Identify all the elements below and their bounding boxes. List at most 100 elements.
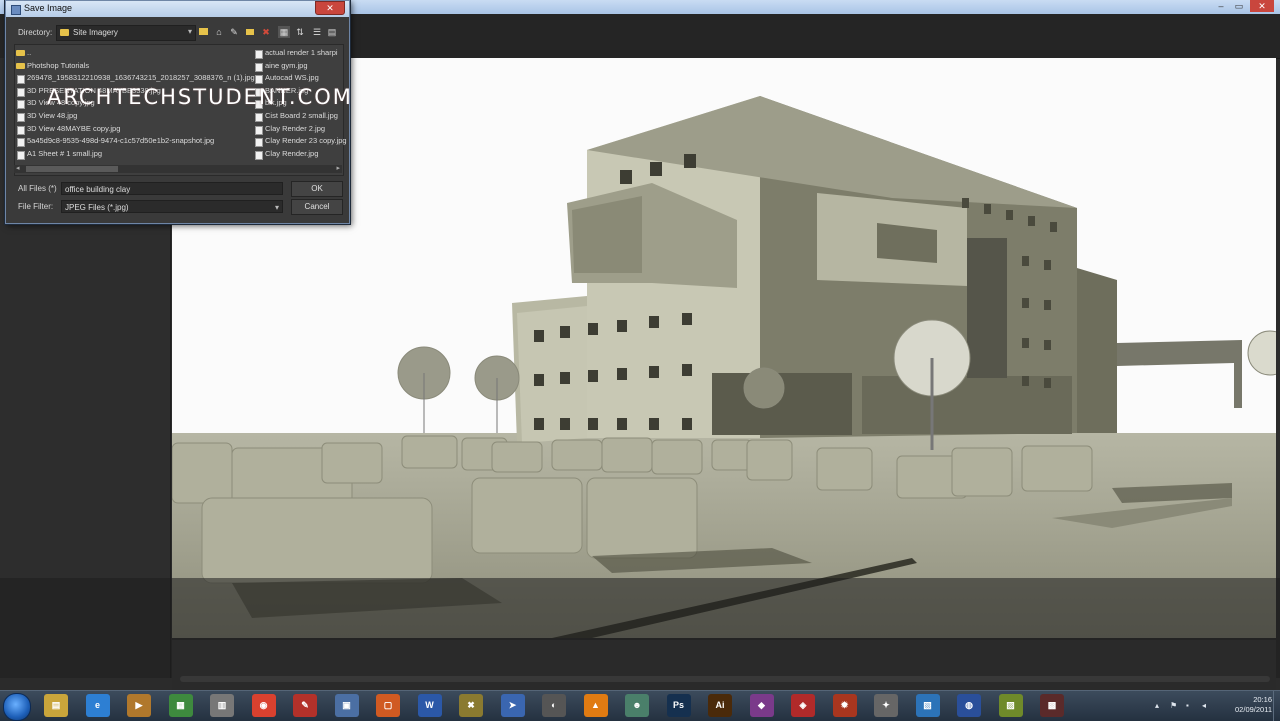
details-view-icon[interactable]: ▤ [326,26,338,38]
taskbar-app-vlc[interactable]: ▲ [583,694,608,717]
file-item[interactable]: Clay Render 23 copy.jpg [253,135,347,148]
start-button[interactable] [3,693,31,721]
file-icon [255,150,263,160]
file-name: aine gym.jpg [265,60,308,70]
taskbar-app-app-dark[interactable]: ✦ [874,694,898,717]
file-icon [255,75,263,85]
file-name: 3D View 48.jpg [27,110,78,120]
cancel-button[interactable]: Cancel [291,199,343,215]
file-item[interactable]: Clay Render 2.jpg [253,123,347,136]
grid-view-icon[interactable]: ▦ [278,26,290,38]
taskbar-app-app-purple[interactable]: ◆ [749,694,774,717]
file-list[interactable]: .. Photshop Tutorials 269478_1958312210938… [14,44,347,176]
file-name: 5a45d9c8-9535-498d-9474-c1c57d50e1b2-sna… [27,136,215,146]
dialog-title-bar[interactable]: Save Image ✕ [6,1,349,17]
tray-network-icon[interactable]: ▪ [1186,701,1194,710]
watermark-text: ARCHTECHSTUDENT.COM [47,85,353,109]
file-item[interactable]: 3D View 48MAYBE copy.jpg [15,123,255,136]
close-window-button[interactable]: ✕ [1250,0,1274,12]
file-name: 3D View 48MAYBE copy.jpg [27,123,121,133]
taskbar-app-app-green[interactable]: ▦ [168,694,193,717]
dialog-app-icon [11,5,21,15]
file-item[interactable]: Cist Board 2 small.jpg [253,110,347,123]
file-item[interactable]: 3D View 48.jpg [15,110,255,123]
taskbar-app-app-render[interactable]: ▩ [1040,694,1064,717]
file-icon [255,62,263,72]
file-item[interactable]: Clay Render.jpg [253,148,347,161]
file-icon [17,125,25,135]
sort-icon[interactable]: ⇅ [294,26,306,38]
taskbar-app-app-orange[interactable]: ▢ [376,694,400,717]
file-filter-select[interactable]: JPEG Files (*.jpg) ▾ [61,200,283,213]
delete-icon[interactable]: ✖ [260,26,272,38]
tray-flag-icon[interactable]: ⚑ [1170,701,1178,710]
directory-label: Directory: [18,28,53,37]
ok-button[interactable]: OK [291,181,343,197]
file-item[interactable]: Autocad WS.jpg [253,72,347,85]
scroll-left-icon[interactable]: ◂ [16,164,20,172]
file-name: Clay Render 23 copy.jpg [265,136,347,146]
file-icon [17,138,25,148]
folder-item[interactable]: Photshop Tutorials [15,60,255,73]
clock[interactable]: 20:16 02/09/2011 [1235,695,1272,715]
taskbar-app-sketchup[interactable]: ✎ [293,694,317,717]
tray-up-arrow-icon[interactable]: ▴ [1155,701,1163,710]
taskbar-app-app-cyan[interactable]: ▧ [915,694,940,717]
taskbar-app-app-x[interactable]: ✖ [459,694,483,717]
dialog-close-button[interactable]: ✕ [315,1,345,15]
taskbar-app-app-globe[interactable]: ◍ [957,694,981,717]
taskbar-app-app-fire[interactable]: ✹ [832,694,857,717]
file-icon [17,112,25,122]
filename-input[interactable]: office building clay [61,182,283,195]
minimize-button[interactable]: – [1212,0,1230,12]
taskbar-app-explorer[interactable]: ▤ [44,694,68,717]
maximize-button[interactable]: ▭ [1230,0,1248,12]
file-name: 269478_1958312210938_1636743215_2018257_… [27,73,255,83]
file-list-scrollbar[interactable]: ◂ ▸ [14,165,342,173]
scroll-thumb[interactable] [26,166,118,172]
file-name: .. [27,48,32,57]
filter-value: JPEG Files (*.jpg) [65,203,129,212]
chevron-down-icon: ▾ [187,27,192,36]
file-name: Cist Board 2 small.jpg [265,110,338,120]
new-folder-icon[interactable] [244,26,256,38]
file-icon [255,125,263,135]
taskbar-app-word[interactable]: W [417,694,442,717]
file-item[interactable]: actual render 1 sharpi [253,47,347,60]
taskbar-app-app-red[interactable]: ◈ [791,694,815,717]
taskbar-app-app-arrow[interactable]: ➤ [500,694,525,717]
taskbar-app-app-gray[interactable]: ▥ [210,694,234,717]
taskbar-app-app-people[interactable]: ☻ [625,694,649,717]
taskbar-app-app-notes[interactable]: ▨ [998,694,1023,717]
taskbar-app-app-blue[interactable]: ▣ [334,694,359,717]
taskbar-app-media[interactable]: ▶ [127,694,151,717]
file-icon [255,50,263,59]
clock-time: 20:16 [1253,695,1272,704]
taskbar-app-internet-explorer[interactable]: e [85,694,110,717]
file-name: Photshop Tutorials [27,60,90,70]
horizontal-scrollbar[interactable] [180,676,1270,682]
file-name: Clay Render.jpg [265,148,319,158]
scroll-right-icon[interactable]: ▸ [336,164,340,172]
folder-item[interactable]: .. [15,47,255,60]
tray-volume-icon[interactable]: ◂ [1202,701,1210,710]
directory-select[interactable]: Site Imagery ▾ [56,25,196,41]
file-item[interactable]: 269478_1958312210938_1636743215_2018257_… [15,72,255,85]
file-item[interactable]: A1 Sheet # 1 small.jpg [15,148,255,161]
filename-label: All Files (*) [18,184,57,193]
dialog-title: Save Image [24,3,73,13]
clock-date: 02/09/2011 [1235,705,1272,714]
taskbar-app-app-steam[interactable]: ◐ [542,694,566,717]
list-view-icon[interactable]: ☰ [311,26,323,38]
taskbar-app-photoshop[interactable]: Ps [666,694,691,717]
file-item[interactable]: 5a45d9c8-9535-498d-9474-c1c57d50e1b2-sna… [15,135,255,148]
home-icon[interactable]: ⌂ [213,26,225,38]
folder-up-icon[interactable] [197,26,209,38]
file-icon [255,112,263,122]
taskbar-app-illustrator[interactable]: Ai [708,694,732,717]
taskbar-app-chrome[interactable]: ◉ [251,694,276,717]
show-desktop-button[interactable] [1273,691,1280,721]
favorites-icon[interactable]: ✎ [228,26,240,38]
file-item[interactable]: aine gym.jpg [253,60,347,73]
file-name: Clay Render 2.jpg [265,123,326,133]
